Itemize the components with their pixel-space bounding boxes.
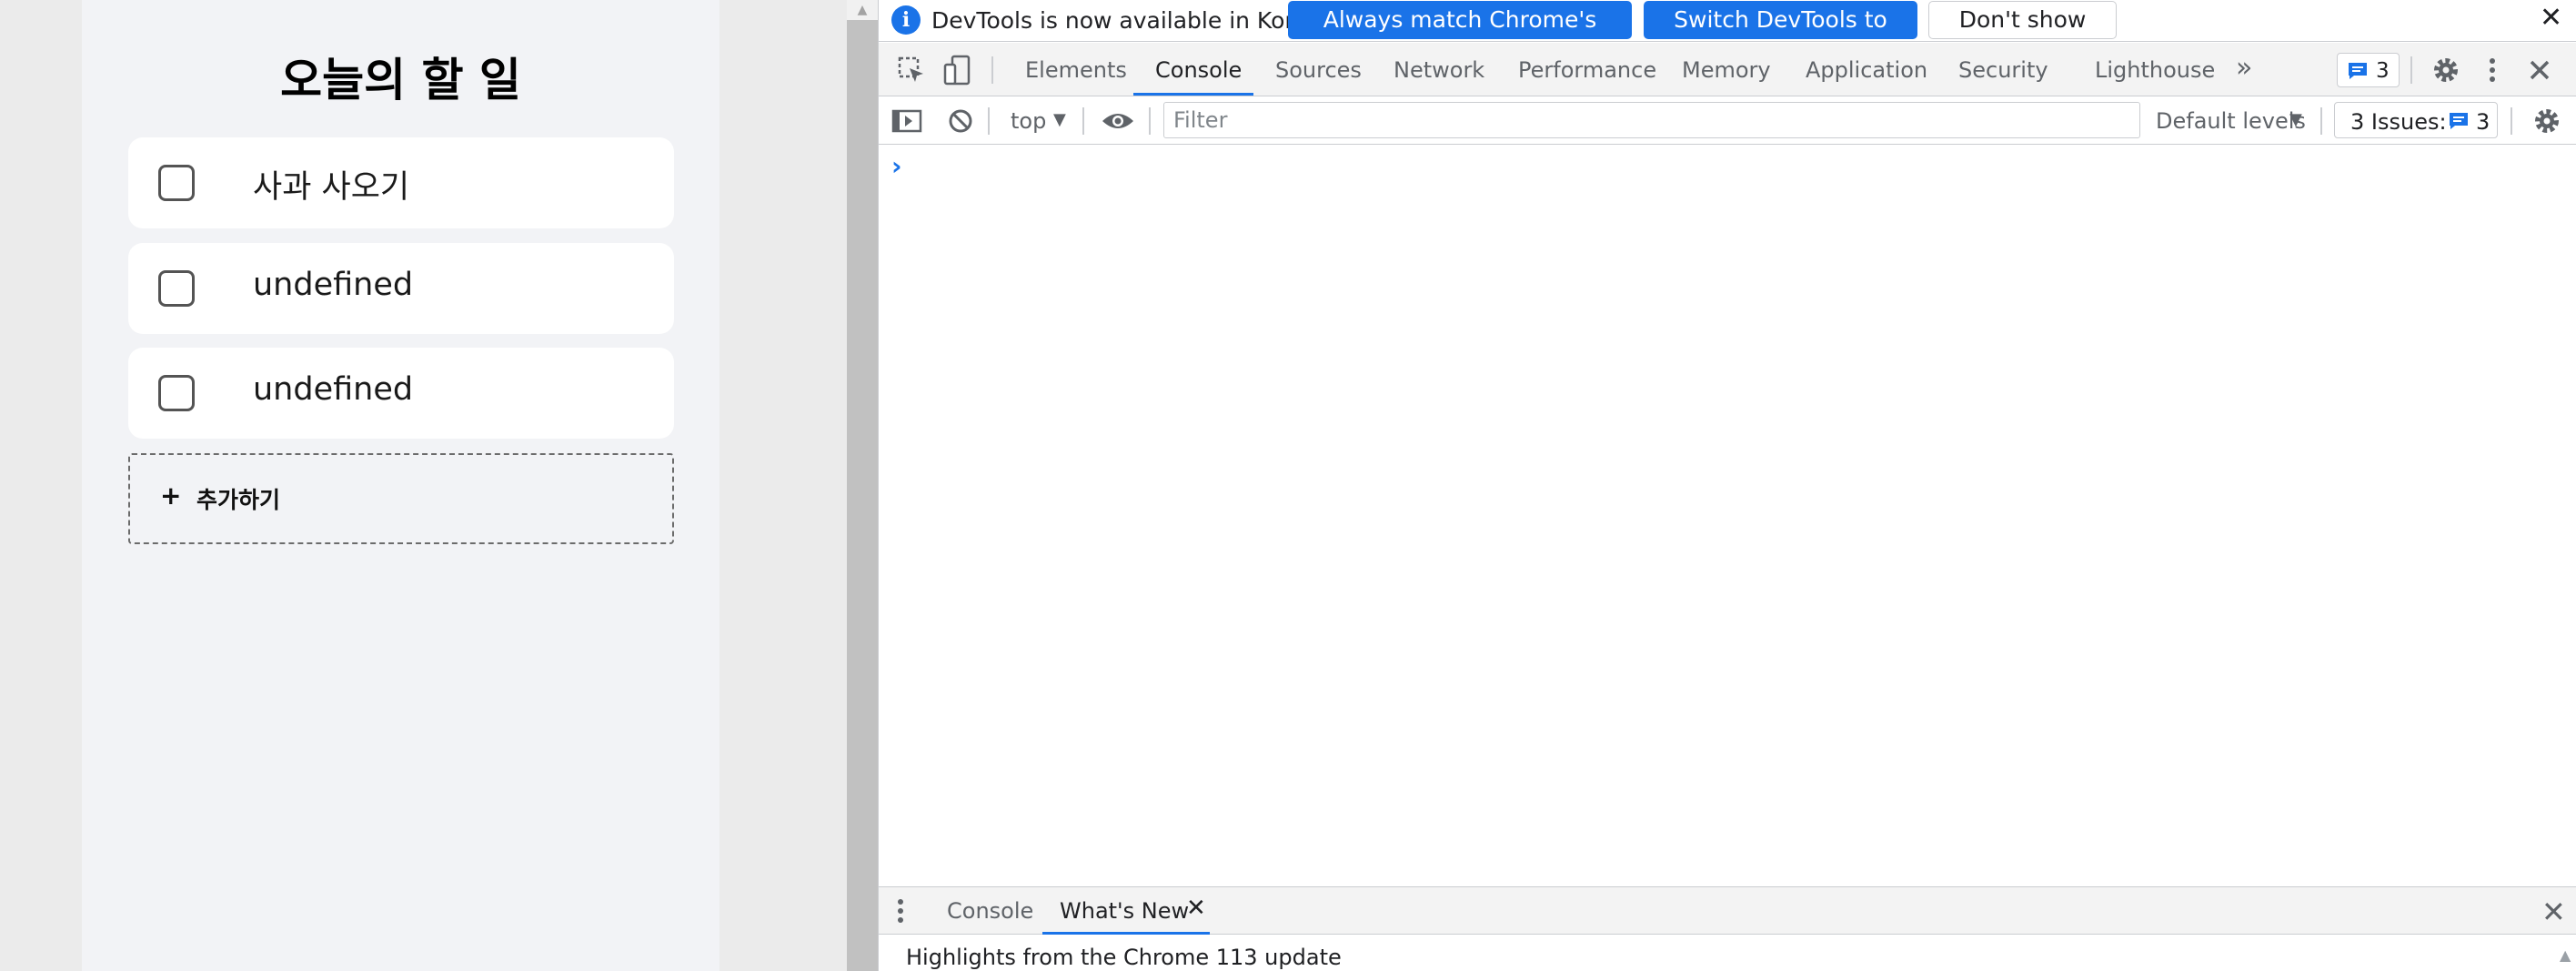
todo-item: undefined	[128, 243, 674, 334]
switch-to-korean-button[interactable]: Switch DevTools to Korean	[1644, 1, 1917, 71]
console-settings-gear-icon[interactable]	[2529, 103, 2565, 139]
chevron-down-icon[interactable]: ▼	[2289, 110, 2302, 129]
console-filter-input[interactable]	[1163, 102, 2140, 138]
log-levels-dropdown[interactable]: Default levels	[2156, 108, 2306, 134]
todo-checkbox[interactable]	[158, 270, 195, 307]
tab-performance[interactable]: Performance	[1518, 57, 1656, 83]
whats-new-panel: Highlights from the Chrome 113 update ▲	[879, 936, 2576, 971]
toolbar-divider	[1149, 107, 1151, 135]
toolbar-divider	[1082, 107, 1084, 135]
inspect-element-icon[interactable]	[893, 52, 930, 88]
toolbar-divider	[2410, 56, 2412, 84]
console-toolbar: top ▼ Default levels ▼ 3 Issues: 3	[879, 97, 2576, 145]
close-tab-icon[interactable]: ✕	[1186, 895, 1206, 922]
scroll-up-arrow-icon[interactable]: ▲	[847, 0, 878, 20]
context-selector[interactable]: top	[1011, 108, 1046, 134]
add-todo-label: 추가하기	[196, 487, 281, 513]
page-margin-left	[0, 0, 82, 971]
close-drawer-icon[interactable]: ✕	[2541, 895, 2566, 929]
todo-text: 사과 사오기	[253, 169, 410, 206]
todo-text: undefined	[253, 371, 414, 408]
chevron-down-icon[interactable]: ▼	[1053, 110, 1066, 129]
close-devtools-icon[interactable]	[2521, 52, 2558, 88]
issues-count: 3	[2476, 109, 2490, 135]
issues-button[interactable]: 3 Issues: 3	[2334, 102, 2498, 138]
drawer-tab-console[interactable]: Console	[947, 898, 1033, 924]
tab-console[interactable]: Console	[1155, 57, 1242, 83]
page-title: 오늘의 할 일	[280, 54, 521, 106]
drawer-menu-icon[interactable]	[890, 893, 926, 929]
messages-badge[interactable]: 3	[2337, 53, 2400, 87]
tab-memory[interactable]: Memory	[1682, 57, 1771, 83]
tab-lighthouse[interactable]: Lighthouse	[2095, 57, 2215, 83]
drawer-tabbar: Console What's New ✕ ✕	[879, 886, 2576, 935]
active-drawer-tab-indicator	[1042, 932, 1210, 935]
todo-checkbox[interactable]	[158, 375, 195, 411]
toolbar-divider	[991, 56, 993, 84]
plus-icon: +	[160, 480, 182, 511]
add-todo-button[interactable]: + 추가하기	[128, 453, 674, 544]
language-infobar: i DevTools is now available in Korean! A…	[879, 0, 2576, 71]
devtools-tabbar: Elements Console Sources Network Perform…	[879, 43, 2576, 96]
tab-elements[interactable]: Elements	[1025, 57, 1127, 83]
todo-app: 오늘의 할 일 사과 사오기 undefined undefined + 추가하…	[82, 0, 719, 971]
tab-application[interactable]: Application	[1806, 57, 1927, 83]
active-tab-indicator	[1133, 93, 1253, 96]
messages-count: 3	[2376, 59, 2390, 83]
page-scrollbar[interactable]: ▲	[847, 0, 878, 971]
device-toolbar-icon[interactable]	[940, 52, 976, 88]
console-output[interactable]: ›	[879, 146, 2576, 885]
close-icon[interactable]: ✕	[2540, 2, 2562, 34]
issues-label: 3 Issues:	[2350, 109, 2447, 135]
message-icon	[2450, 113, 2468, 129]
tab-network[interactable]: Network	[1394, 57, 1484, 83]
tab-security[interactable]: Security	[1958, 57, 2048, 83]
gear-icon[interactable]	[2428, 52, 2464, 88]
console-prompt-icon[interactable]: ›	[891, 151, 902, 181]
whats-new-heading: Highlights from the Chrome 113 update	[906, 945, 1342, 970]
always-match-language-button[interactable]: Always match Chrome's language	[1288, 1, 1632, 71]
scroll-up-arrow-icon[interactable]: ▲	[2560, 946, 2571, 964]
tab-sources[interactable]: Sources	[1275, 57, 1362, 83]
eye-icon[interactable]	[1100, 103, 1136, 139]
todo-item: 사과 사오기	[128, 137, 674, 228]
devtools-panel: i DevTools is now available in Korean! A…	[878, 0, 2576, 971]
toolbar-divider	[2511, 107, 2512, 135]
sidebar-toggle-icon[interactable]	[889, 103, 925, 139]
todo-text: undefined	[253, 267, 414, 303]
more-tabs-icon[interactable]: »	[2236, 52, 2252, 84]
message-icon	[2349, 63, 2367, 79]
page-margin-right	[719, 0, 847, 971]
todo-item: undefined	[128, 348, 674, 439]
drawer-tab-whats-new[interactable]: What's New	[1060, 898, 1189, 924]
info-icon: i	[891, 5, 921, 35]
todo-checkbox[interactable]	[158, 165, 195, 201]
clear-console-icon[interactable]	[942, 103, 979, 139]
toolbar-divider	[2320, 107, 2322, 135]
dont-show-again-button[interactable]: Don't show again	[1928, 1, 2117, 69]
more-options-icon[interactable]	[2474, 52, 2511, 88]
infobar-message: DevTools is now available in Korean!	[931, 7, 1345, 34]
toolbar-divider	[988, 107, 990, 135]
filter-field[interactable]	[1164, 103, 2139, 137]
